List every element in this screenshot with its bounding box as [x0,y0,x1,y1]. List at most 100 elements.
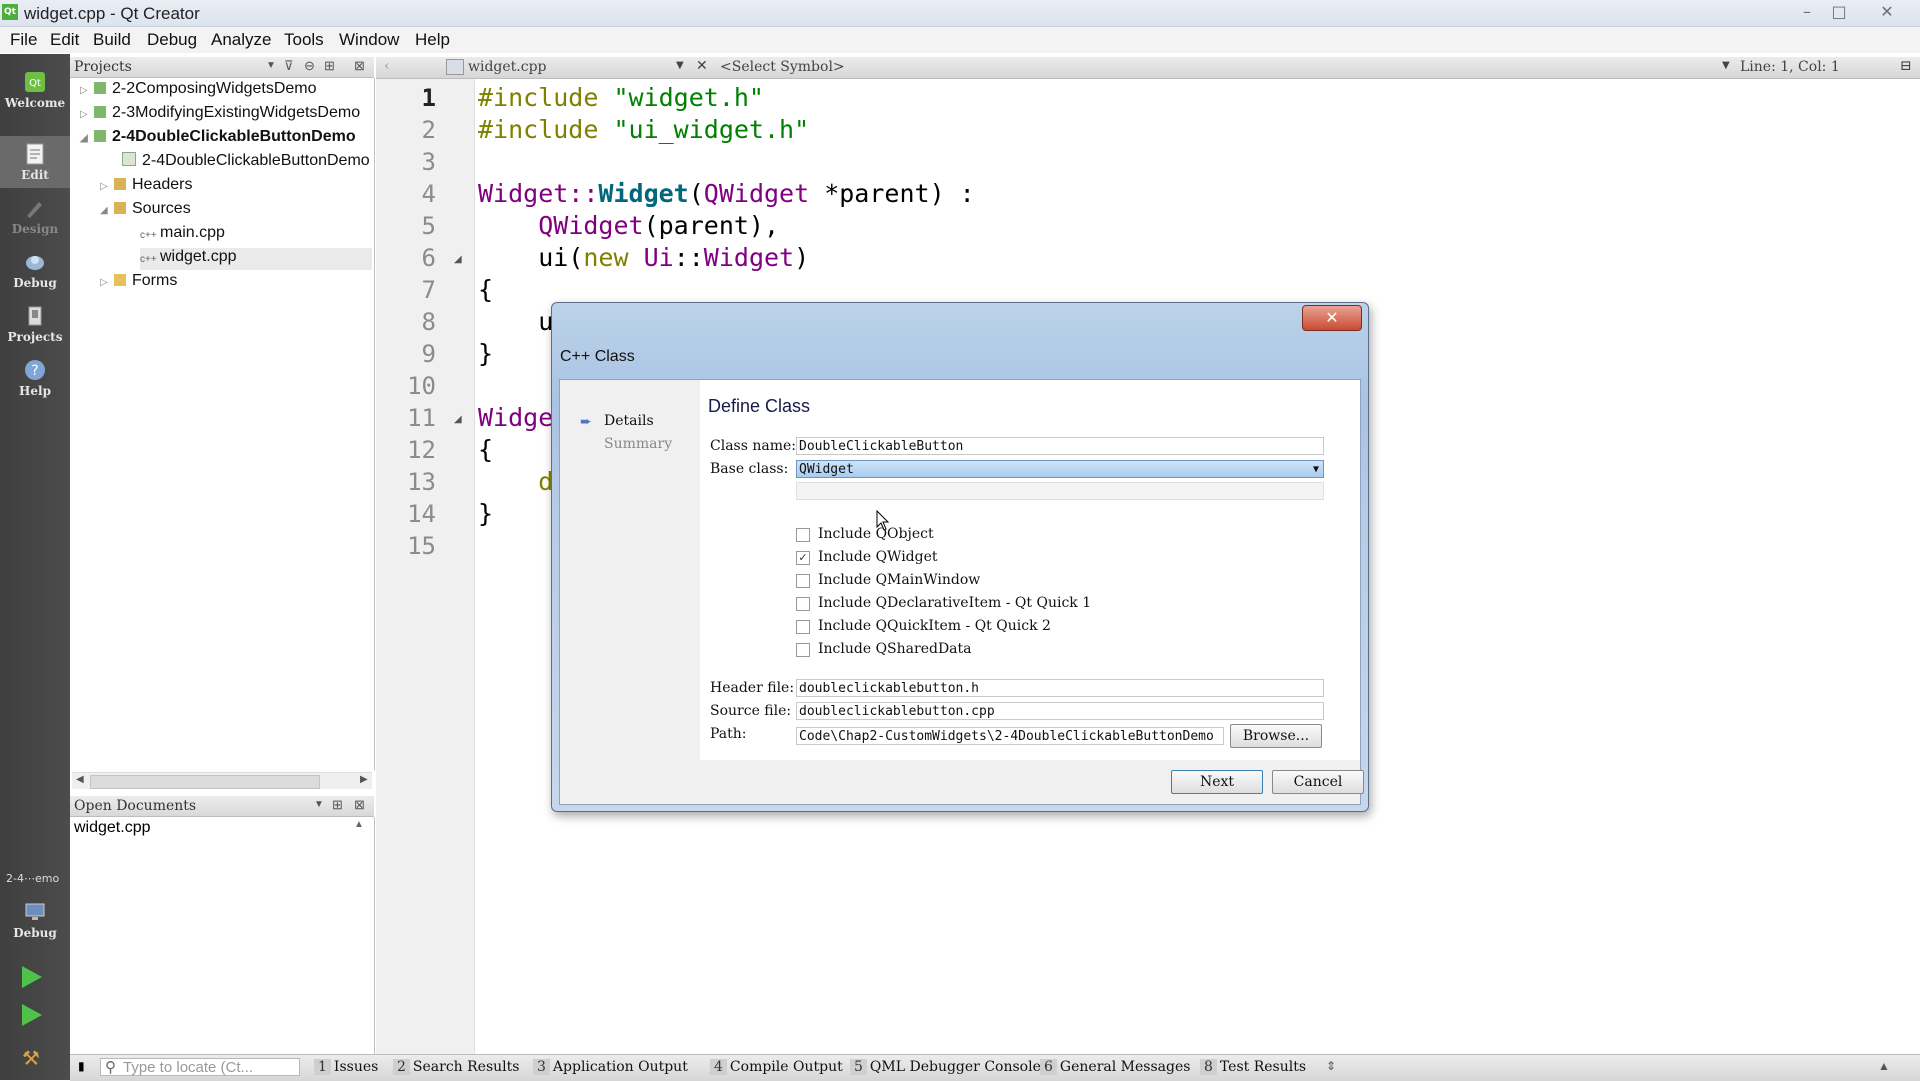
split-editor-icon[interactable]: ⊟ [1900,58,1912,74]
code-line[interactable]: Widge [478,403,553,432]
symbol-dropdown-icon[interactable]: ▼ [1722,60,1730,71]
locator-input[interactable]: ⚲ Type to locate (Ct... [100,1058,300,1076]
include-qdeclarativeitem-checkbox[interactable] [796,597,810,611]
expand-arrow-icon[interactable]: ▷ [80,109,94,120]
tree-item-pro-file[interactable]: 2-4DoubleClickableButtonDemo [122,152,370,174]
dialog-close-button[interactable]: ✕ [1302,305,1362,331]
scroll-up-icon[interactable]: ▲ [354,819,364,830]
menu-build[interactable]: Build [93,30,131,50]
run-icon[interactable] [22,966,42,988]
close-panel-icon[interactable]: ⊠ [354,58,365,74]
close-icon[interactable]: ✕ [1870,2,1904,22]
project-tree-scrollbar[interactable]: ◀ ▶ [72,772,372,789]
code-line[interactable]: Widget::Widget(QWidget *parent) : [478,179,975,208]
mode-debug[interactable]: Debug [0,244,70,296]
output-tab-test-results[interactable]: 8 Test Results [1200,1059,1306,1077]
code-line[interactable]: u [478,307,553,336]
code-line[interactable]: d [478,467,553,496]
file-dropdown-icon[interactable]: ▼ [676,60,684,71]
mode-projects[interactable]: Projects [0,298,70,350]
class-name-input[interactable]: DoubleClickableButton [796,437,1324,455]
split-icon[interactable]: ⊞ [332,797,343,813]
source-file-input[interactable]: doubleclickablebutton.cpp [796,702,1324,720]
output-tab-search-results[interactable]: 2 Search Results [393,1059,519,1077]
output-tab-compile-output[interactable]: 4 Compile Output [710,1059,843,1077]
expand-arrow-icon[interactable]: ▷ [80,85,94,96]
tree-item-forms[interactable]: ▷ Forms [100,272,177,294]
menu-edit[interactable]: Edit [50,30,79,50]
expand-arrow-icon[interactable]: ▷ [100,277,114,288]
mode-edit[interactable]: Edit [0,136,70,188]
output-tab-issues[interactable]: 1 Issues [314,1059,378,1077]
code-line[interactable]: { [478,275,493,304]
cursor-position[interactable]: Line: 1, Col: 1 [1740,59,1840,75]
include-qwidget-checkbox[interactable]: ✓ [796,551,810,565]
open-document-item[interactable]: widget.cpp [74,819,151,837]
output-tab-general-messages[interactable]: 6 General Messages [1040,1059,1190,1077]
symbol-selector[interactable]: <Select Symbol> [720,59,845,75]
kit-selector[interactable]: Debug [0,894,70,946]
tree-item-project-2-2[interactable]: ▷ 2-2ComposingWidgetsDemo [80,80,317,102]
tree-item-main-cpp[interactable]: c++ main.cpp [140,224,225,246]
collapse-arrow-icon[interactable]: ◢ [100,205,114,216]
tree-item-headers[interactable]: ▷ Headers [100,176,192,198]
cancel-button[interactable]: Cancel [1272,770,1364,794]
next-button[interactable]: Next [1171,770,1263,794]
tree-item-widget-cpp[interactable]: c++ widget.cpp [140,248,372,270]
fold-marker-icon[interactable]: ◢ [454,254,462,265]
code-line[interactable]: #include "ui_widget.h" [478,115,809,144]
output-tab-application-output[interactable]: 3 Application Output [533,1059,688,1077]
maximize-icon[interactable]: □ [1822,2,1856,22]
mode-welcome[interactable]: Qt Welcome [0,64,70,116]
tree-item-project-2-3[interactable]: ▷ 2-3ModifyingExistingWidgetsDemo [80,104,360,126]
code-line[interactable]: QWidget(parent), [478,211,779,240]
file-selector[interactable]: widget.cpp [468,59,547,75]
tree-item-project-2-4[interactable]: ◢ 2-4DoubleClickableButtonDemo [80,128,356,150]
code-line[interactable]: #include "widget.h" [478,83,764,112]
back-icon[interactable]: ‹ [384,58,390,74]
include-qmainwindow-checkbox[interactable] [796,574,810,588]
menu-file[interactable]: File [10,30,37,50]
browse-button[interactable]: Browse... [1230,724,1322,748]
base-class-select[interactable]: QWidget ▼ [796,460,1324,478]
code-line[interactable]: } [478,499,493,528]
menu-window[interactable]: Window [339,30,399,50]
view-dropdown-icon[interactable]: ▼ [314,799,324,810]
expand-arrow-icon[interactable]: ▷ [100,181,114,192]
collapse-arrow-icon[interactable]: ◢ [80,133,94,144]
maximize-output-icon[interactable]: ▲ [1878,1059,1890,1073]
view-dropdown-icon[interactable]: ▼ [266,60,276,71]
minimize-icon[interactable]: – [1790,2,1824,22]
link-icon[interactable]: ⊖ [304,58,315,74]
scrollbar-thumb[interactable] [90,775,320,789]
menu-tools[interactable]: Tools [284,30,324,50]
close-file-icon[interactable]: ✕ [696,58,708,74]
code-line[interactable]: ui(new Ui::Widget) [478,243,809,272]
include-qshareddata-checkbox[interactable] [796,643,810,657]
output-tab-qml-debugger[interactable]: 5 QML Debugger Console [850,1059,1041,1077]
tree-item-sources[interactable]: ◢ Sources [100,200,191,222]
menu-analyze[interactable]: Analyze [211,30,271,50]
mode-help[interactable]: ? Help [0,352,70,404]
include-qobject-checkbox[interactable] [796,528,810,542]
header-file-input[interactable]: doubleclickablebutton.h [796,679,1324,697]
scroll-right-icon[interactable]: ▶ [360,774,368,785]
debug-run-icon[interactable] [22,1004,42,1026]
path-input[interactable]: Code\Chap2-CustomWidgets\2-4DoubleClicka… [796,727,1224,745]
build-hammer-icon[interactable]: ⚒ [22,1046,44,1070]
fold-marker-icon[interactable]: ◢ [454,414,462,425]
mode-design[interactable]: Design [0,190,70,242]
scroll-left-icon[interactable]: ◀ [76,774,84,785]
split-icon[interactable]: ⊞ [324,58,335,74]
base-class-custom-input[interactable] [796,482,1324,500]
include-qquickitem-checkbox[interactable] [796,620,810,634]
code-line[interactable]: { [478,435,493,464]
close-panel-icon[interactable]: ⊠ [354,797,365,813]
filter-icon[interactable]: ⊽ [284,58,294,74]
menu-help[interactable]: Help [415,30,450,50]
code-token: ui( [478,243,584,272]
menu-debug[interactable]: Debug [147,30,197,50]
toggle-sidebar-icon[interactable]: ▮ [78,1059,85,1073]
more-tabs-icon[interactable]: ⇕ [1326,1059,1336,1073]
code-line[interactable]: } [478,339,493,368]
